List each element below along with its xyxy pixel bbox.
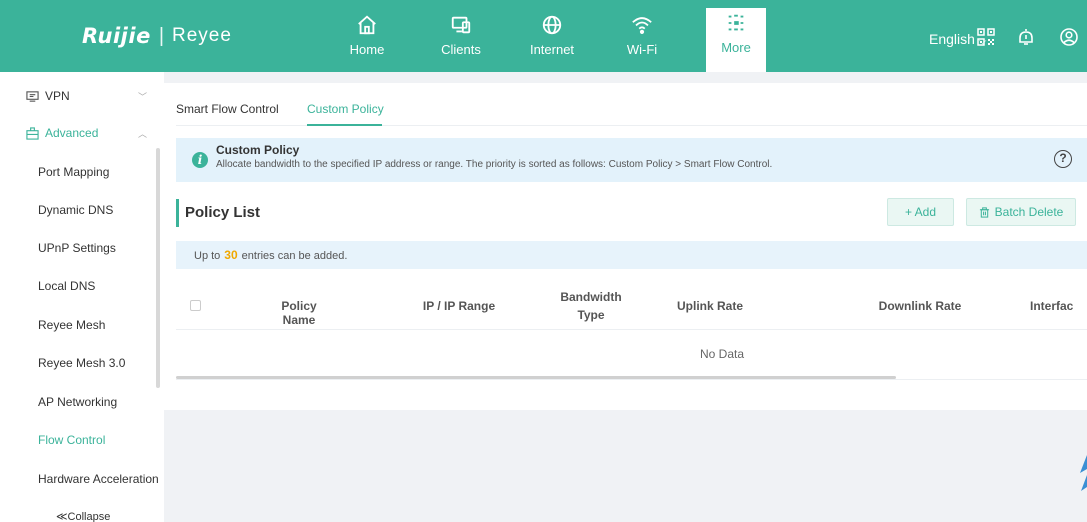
tab-smart-flow-control[interactable]: Smart Flow Control xyxy=(176,102,279,116)
language-label: English xyxy=(929,31,975,47)
info-banner: i Custom Policy Allocate bandwidth to th… xyxy=(176,138,1087,182)
column-header-bandwidth: Bandwidth xyxy=(560,290,622,304)
active-tab-indicator xyxy=(307,124,382,126)
batch-delete-label: Batch Delete xyxy=(994,205,1064,219)
info-icon: i xyxy=(192,152,208,168)
add-button-label: + Add xyxy=(904,205,937,219)
column-header-ip-range: IP / IP Range xyxy=(422,299,496,313)
nav-more-label: More xyxy=(721,40,751,55)
sidebar-item-vpn[interactable]: VPN ﹀ xyxy=(0,77,164,115)
select-all-checkbox[interactable] xyxy=(190,300,201,311)
add-button[interactable]: + Add xyxy=(887,198,954,226)
globe-icon xyxy=(542,15,562,35)
sidebar-item-label: Reyee Mesh xyxy=(38,318,106,332)
sidebar-scrollbar[interactable] xyxy=(156,148,160,388)
sidebar-item-upnp-settings[interactable]: UPnP Settings xyxy=(0,229,164,267)
sidebar-item-label: Local DNS xyxy=(38,279,96,293)
column-header-policy-name: Policy Name xyxy=(281,299,317,327)
advanced-icon xyxy=(26,126,39,140)
alert-icon[interactable] xyxy=(1017,28,1035,46)
table-header-divider xyxy=(176,329,1087,330)
limit-prefix: Up to xyxy=(194,250,221,262)
sidebar-item-label: AP Networking xyxy=(38,395,118,409)
empty-table-text: No Data xyxy=(700,347,745,361)
nav-internet-label: Internet xyxy=(529,42,575,57)
floating-helper-icon[interactable] xyxy=(1080,455,1087,493)
sidebar-item-local-dns[interactable]: Local DNS xyxy=(0,267,164,305)
sidebar-item-flow-control[interactable]: Flow Control xyxy=(0,421,164,459)
nav-wifi[interactable]: Wi-Fi xyxy=(612,10,672,70)
brand-name-reyee: Reyee xyxy=(172,25,232,46)
column-header-type: Type xyxy=(577,308,605,322)
qr-code-icon[interactable] xyxy=(977,28,995,46)
nav-home-label: Home xyxy=(349,42,385,57)
tab-custom-policy[interactable]: Custom Policy xyxy=(307,102,384,116)
help-icon[interactable]: ? xyxy=(1054,150,1072,168)
sidebar-item-label: Port Mapping xyxy=(38,165,110,179)
column-header-interface: Interfac xyxy=(1030,299,1074,313)
content-card: Smart Flow Control Custom Policy i Custo… xyxy=(164,83,1087,410)
nav-wifi-label: Wi-Fi xyxy=(626,42,658,57)
sidebar-item-ap-networking[interactable]: AP Networking xyxy=(0,383,164,421)
user-icon[interactable] xyxy=(1060,28,1078,46)
sidebar-item-label: UPnP Settings xyxy=(38,241,116,255)
sidebar-item-advanced-label: Advanced xyxy=(45,126,99,140)
column-header-downlink-rate: Downlink Rate xyxy=(878,299,962,313)
sidebar-item-dynamic-dns[interactable]: Dynamic DNS xyxy=(0,191,164,229)
sidebar-item-label: Flow Control xyxy=(38,433,106,447)
nav-clients[interactable]: Clients xyxy=(431,10,491,70)
table-horizontal-scrollbar[interactable] xyxy=(176,376,896,379)
brand-logo: Ruijie | Reyee xyxy=(82,24,232,48)
nav-more[interactable]: More xyxy=(706,8,766,72)
nav-internet[interactable]: Internet xyxy=(522,10,582,70)
wifi-icon xyxy=(632,17,652,34)
trash-icon xyxy=(979,206,989,218)
sidebar-item-label: Hardware Acceleration xyxy=(38,472,159,486)
home-icon xyxy=(358,15,376,35)
sidebar-item-label: Dynamic DNS xyxy=(38,203,114,217)
clients-icon xyxy=(451,16,471,34)
chevron-up-icon: ︿ xyxy=(138,128,148,139)
more-icon xyxy=(728,14,744,31)
info-title: Custom Policy xyxy=(216,143,300,157)
sidebar-item-port-mapping[interactable]: Port Mapping xyxy=(0,153,164,191)
limit-suffix: entries can be added. xyxy=(241,250,348,262)
top-navigation-bar: Ruijie | Reyee Home Clients Internet Wi-… xyxy=(0,0,1087,72)
sidebar-item-reyee-mesh-3[interactable]: Reyee Mesh 3.0 xyxy=(0,344,164,382)
sidebar-item-label: Reyee Mesh 3.0 xyxy=(38,356,126,370)
section-title: Policy List xyxy=(185,204,261,221)
section-accent-bar xyxy=(176,199,179,227)
sidebar-item-hardware-acceleration[interactable]: Hardware Acceleration xyxy=(0,460,164,498)
info-text: Allocate bandwidth to the specified IP a… xyxy=(216,159,773,170)
sidebar-item-vpn-label: VPN xyxy=(45,89,70,103)
limit-count: 30 xyxy=(224,248,238,262)
sidebar-item-advanced[interactable]: Advanced ︿ xyxy=(0,114,164,152)
brand-separator: | xyxy=(158,24,165,47)
chevron-down-icon: ﹀ xyxy=(138,91,148,102)
batch-delete-button[interactable]: Batch Delete xyxy=(966,198,1076,226)
entry-limit-notice: Up to 30 entries can be added. xyxy=(176,241,1087,269)
brand-name-ruijie: Ruijie xyxy=(82,24,151,48)
collapse-button[interactable]: ≪Collapse xyxy=(56,510,110,522)
column-header-uplink-rate: Uplink Rate xyxy=(676,299,743,313)
vpn-icon xyxy=(26,90,39,102)
nav-clients-label: Clients xyxy=(441,42,481,57)
table-bottom-divider xyxy=(176,379,1087,380)
sidebar-item-reyee-mesh[interactable]: Reyee Mesh xyxy=(0,306,164,344)
nav-home[interactable]: Home xyxy=(337,10,397,70)
